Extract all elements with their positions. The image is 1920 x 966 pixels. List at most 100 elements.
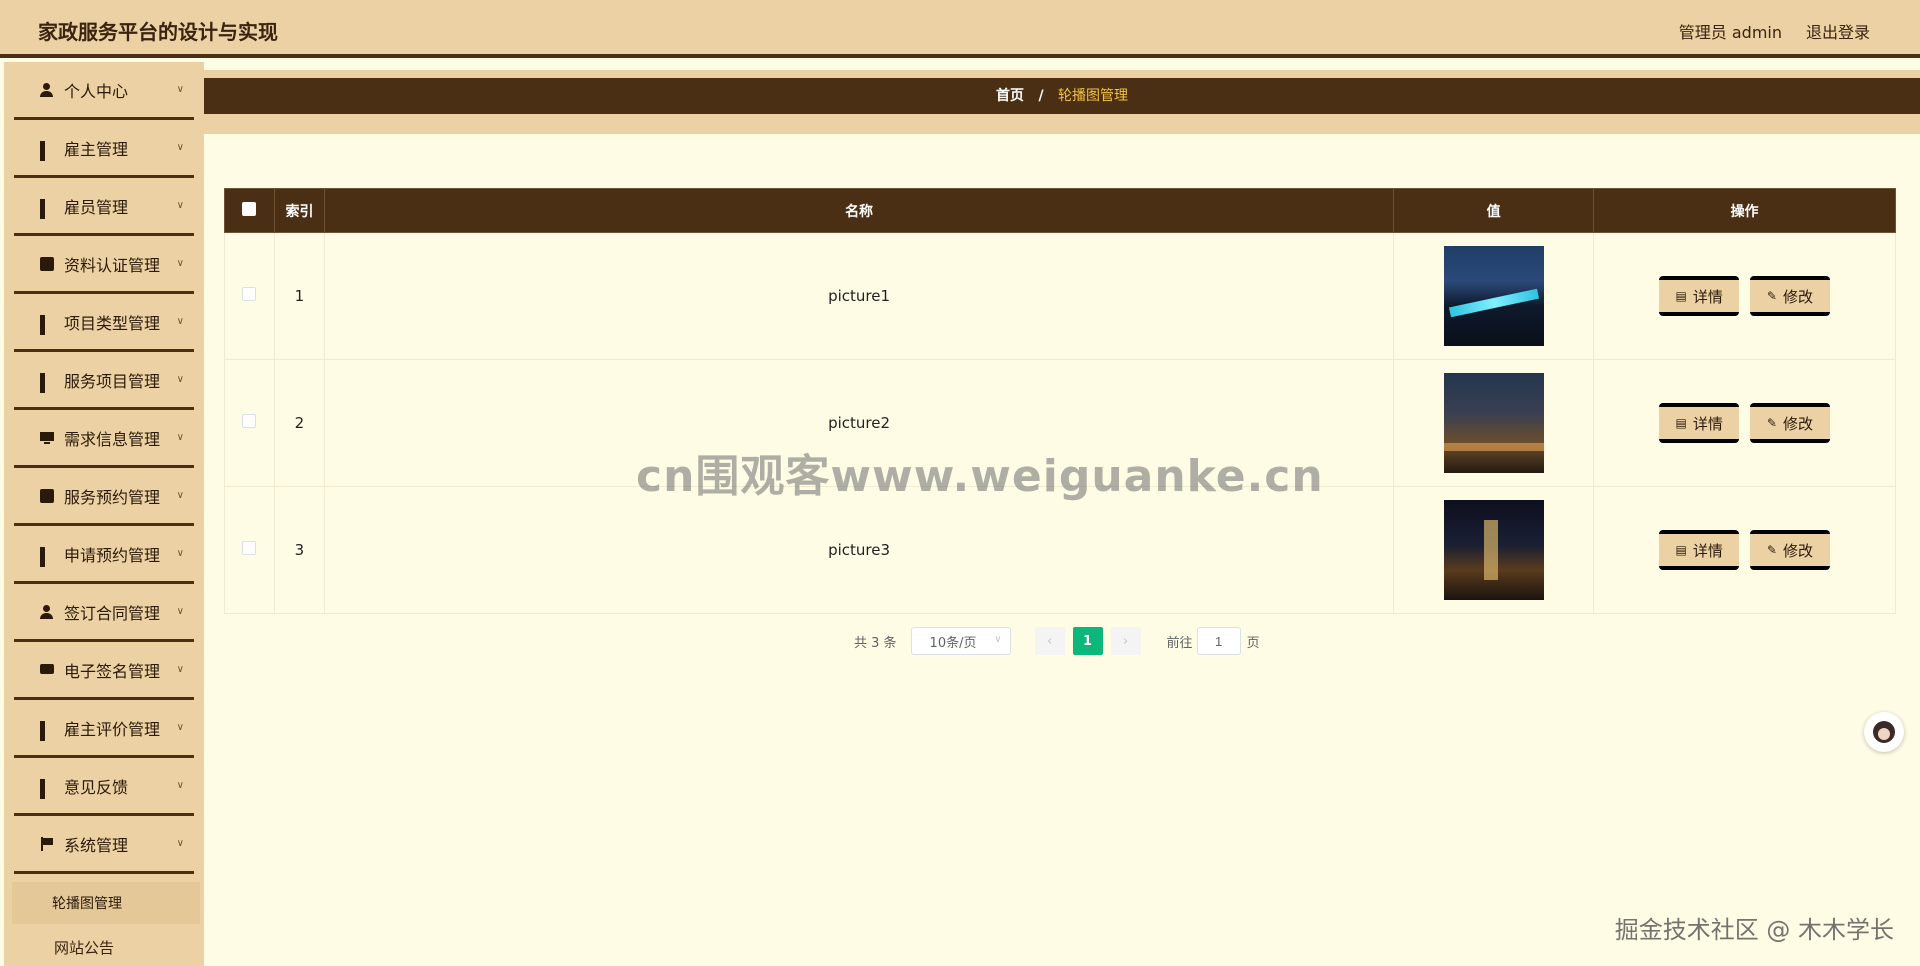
row-actions: ▤ 详情 ✎ 修改: [1593, 486, 1896, 614]
row-index: 1: [273, 232, 325, 360]
edit-button[interactable]: ✎ 修改: [1749, 530, 1830, 570]
row-actions: ▤ 详情 ✎ 修改: [1593, 359, 1896, 487]
detail-button-label: 详情: [1692, 287, 1723, 306]
chevron-down-icon: ∨: [176, 200, 184, 211]
grid-icon: [40, 778, 54, 799]
chevron-down-icon: ∨: [176, 722, 184, 733]
next-page-button[interactable]: ›: [1110, 627, 1141, 655]
wallet-icon: [40, 256, 54, 271]
edit-button-label: 修改: [1782, 287, 1813, 306]
sidebar-item-system-management[interactable]: 系统管理 ∨: [14, 816, 194, 874]
table-row: 3 picture3 ▤ 详情 ✎ 修改: [224, 486, 1896, 614]
page-size-select[interactable]: 10条/页 ∨: [910, 627, 1011, 655]
sidebar-item-apply-booking-management[interactable]: 申请预约管理 ∨: [14, 526, 194, 584]
sidebar-item-label: 服务项目管理: [64, 371, 161, 391]
edit-button-label: 修改: [1782, 541, 1813, 560]
edit-button[interactable]: ✎ 修改: [1749, 276, 1830, 316]
row-value-cell: [1393, 359, 1595, 487]
top-header: 家政服务平台的设计与实现 管理员 admin 退出登录: [0, 0, 1920, 58]
sidebar-item-label: 资料认证管理: [64, 255, 161, 275]
select-all-checkbox[interactable]: [242, 201, 257, 216]
document-icon: ▤: [1675, 543, 1687, 557]
sidebar-item-personal-center[interactable]: 个人中心 ∨: [14, 62, 194, 120]
sidebar-item-demand-info-management[interactable]: 需求信息管理 ∨: [14, 410, 194, 468]
detail-button[interactable]: ▤ 详情: [1659, 530, 1740, 570]
sidebar-item-feedback[interactable]: 意见反馈 ∨: [14, 758, 194, 816]
page-suffix-label: 页: [1246, 635, 1260, 651]
chevron-down-icon: ∨: [176, 838, 184, 849]
detail-button[interactable]: ▤ 详情: [1659, 276, 1740, 316]
flag-icon: [40, 836, 54, 851]
assistant-avatar-button[interactable]: [1864, 712, 1904, 752]
grid-icon: [40, 720, 54, 741]
prev-page-button[interactable]: ‹: [1034, 627, 1065, 655]
column-header-value: 值: [1393, 188, 1595, 233]
row-name: picture2: [323, 359, 1395, 487]
sidebar-item-service-booking-management[interactable]: 服务预约管理 ∨: [14, 468, 194, 526]
sidebar-item-label: 系统管理: [64, 835, 129, 855]
sidebar-item-project-type-management[interactable]: 项目类型管理 ∨: [14, 294, 194, 352]
app-root: 家政服务平台的设计与实现 管理员 admin 退出登录 个人中心 ∨ 雇主管理 …: [0, 0, 1920, 966]
sidebar-item-certification-management[interactable]: 资料认证管理 ∨: [14, 236, 194, 294]
page-number-current[interactable]: 1: [1072, 627, 1103, 655]
sidebar-item-label: 电子签名管理: [64, 661, 161, 681]
row-index: 2: [273, 359, 325, 487]
goto-label: 前往: [1166, 635, 1193, 651]
pencil-icon: ✎: [1766, 289, 1777, 303]
document-icon: ▤: [1675, 289, 1687, 303]
carousel-thumbnail-image[interactable]: [1443, 246, 1544, 346]
sidebar-subitem-site-announcement[interactable]: 网站公告: [4, 924, 204, 966]
row-select-cell: [224, 486, 275, 614]
row-checkbox[interactable]: [242, 541, 257, 555]
chevron-down-icon: ∨: [176, 142, 184, 153]
sidebar-item-label: 意见反馈: [64, 777, 129, 797]
sidebar-item-label: 雇主管理: [64, 139, 129, 159]
chat-icon: [40, 663, 54, 677]
sidebar-item-label: 雇员管理: [64, 197, 129, 217]
table-row: 1 picture1 ▤ 详情 ✎ 修改: [224, 232, 1896, 360]
sidebar-item-contract-management[interactable]: 签订合同管理 ∨: [14, 584, 194, 642]
sidebar-item-employee-management[interactable]: 雇员管理 ∨: [14, 178, 194, 236]
detail-button[interactable]: ▤ 详情: [1659, 403, 1740, 443]
sidebar-item-label: 雇主评价管理: [64, 719, 161, 739]
sidebar-item-service-project-management[interactable]: 服务项目管理 ∨: [14, 352, 194, 410]
sidebar-item-e-signature-management[interactable]: 电子签名管理 ∨: [14, 642, 194, 700]
chevron-down-icon: ∨: [176, 316, 184, 327]
grid-icon: [40, 198, 54, 219]
row-checkbox[interactable]: [242, 414, 257, 428]
row-select-cell: [224, 359, 275, 487]
column-header-index: 索引: [273, 188, 325, 233]
edit-button[interactable]: ✎ 修改: [1749, 403, 1830, 443]
person-icon: [40, 82, 54, 97]
goto-page-input[interactable]: [1196, 627, 1241, 655]
pencil-icon: ✎: [1766, 416, 1777, 430]
row-value-cell: [1393, 232, 1595, 360]
chevron-down-icon: ∨: [176, 374, 184, 385]
chevron-down-icon: ∨: [176, 258, 184, 269]
sidebar-item-employer-management[interactable]: 雇主管理 ∨: [14, 120, 194, 178]
app-title: 家政服务平台的设计与实现: [38, 20, 278, 44]
row-checkbox[interactable]: [242, 287, 257, 301]
edit-button-label: 修改: [1782, 414, 1813, 433]
sidebar-item-label: 项目类型管理: [64, 313, 161, 333]
monitor-icon: [40, 431, 54, 445]
sidebar-item-label: 服务预约管理: [64, 487, 161, 507]
chevron-down-icon: ∨: [994, 634, 1002, 645]
pagination-total: 共 3 条: [854, 635, 897, 651]
carousel-thumbnail-image[interactable]: [1443, 500, 1544, 600]
logout-link[interactable]: 退出登录: [1806, 19, 1870, 43]
column-header-name: 名称: [323, 188, 1395, 233]
breadcrumb-home-link[interactable]: 首页: [996, 88, 1024, 104]
detail-button-label: 详情: [1692, 541, 1723, 560]
row-actions: ▤ 详情 ✎ 修改: [1593, 232, 1896, 360]
breadcrumb-separator: /: [1038, 88, 1044, 104]
grid-icon: [40, 140, 54, 161]
carousel-thumbnail-image[interactable]: [1443, 373, 1544, 473]
clipboard-icon: [40, 488, 54, 503]
sidebar-item-employer-review-management[interactable]: 雇主评价管理 ∨: [14, 700, 194, 758]
grid-icon: [40, 546, 54, 567]
page-size-value: 10条/页: [929, 635, 977, 651]
sidebar-subitem-carousel-management[interactable]: 轮播图管理: [12, 882, 200, 924]
chevron-down-icon: ∨: [176, 84, 184, 95]
grid-icon: [40, 314, 54, 335]
